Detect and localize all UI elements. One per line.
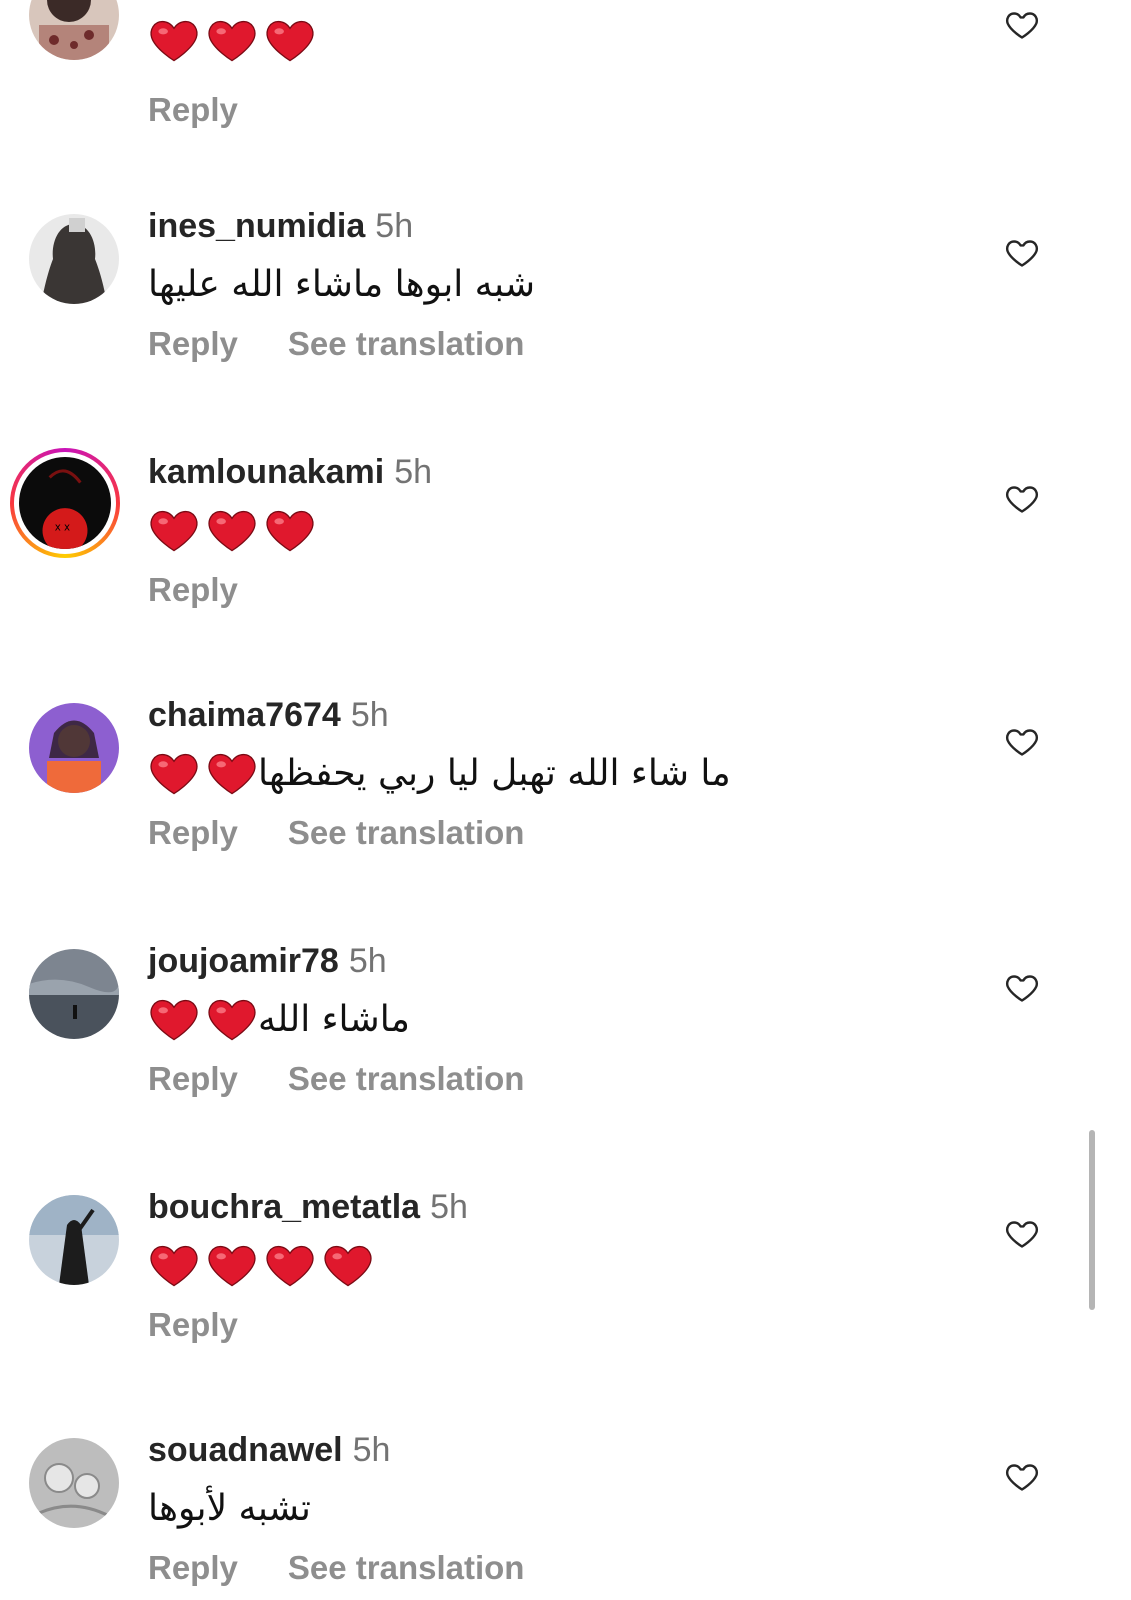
reply-button[interactable]: Reply [148,325,238,362]
see-translation-button[interactable]: See translation [288,1060,525,1097]
timestamp: 5h [348,942,387,980]
avatar[interactable] [29,949,119,1039]
red-heart-emoji [324,1245,372,1287]
red-heart-emoji [150,1245,198,1287]
comment-text [148,500,316,560]
comment-header: souadnawel 5h [148,1430,390,1470]
heart-outline-icon[interactable] [1004,480,1040,516]
hearts-group [148,1239,374,1291]
reply-button[interactable]: Reply [148,814,238,851]
heart-outline-icon[interactable] [1004,1458,1040,1494]
comment-text: ماشاء الله [148,989,410,1049]
see-translation-button[interactable]: See translation [288,325,525,362]
timestamp: 5h [430,1188,468,1226]
red-heart-emoji [150,753,198,795]
timestamp: 5h [375,207,414,245]
comment-actions: Reply See translation [148,1548,574,1588]
hearts-group [148,14,316,66]
comment-actions: Reply [148,1305,288,1345]
red-heart-emoji [208,999,256,1041]
comment-actions: Reply See translation [148,1059,574,1099]
red-heart-emoji [150,999,198,1041]
comment-header: joujoamir78 5h [148,941,387,981]
heart-outline-icon[interactable] [1004,1215,1040,1251]
red-heart-emoji [208,510,256,552]
comment-body: ماشاء الله [258,998,410,1040]
timestamp: 5h [350,696,389,734]
comment-actions: Reply See translation [148,324,574,364]
avatar[interactable] [29,0,119,60]
hearts-group [148,504,316,556]
red-heart-emoji [266,1245,314,1287]
comment-text: شبه ابوها ماشاء الله عليها [148,254,535,314]
avatar[interactable] [29,214,119,304]
avatar[interactable] [29,1438,119,1528]
red-heart-emoji [150,510,198,552]
username[interactable]: kamlounakami [148,453,384,491]
username[interactable]: chaima7674 [148,696,341,734]
comment-body: شبه ابوها ماشاء الله عليها [148,263,535,305]
comment-text [148,1235,374,1295]
username[interactable]: joujoamir78 [148,942,339,980]
comment-text [148,10,316,70]
username[interactable]: bouchra_metatla [148,1188,420,1226]
avatar-image [29,214,119,304]
red-heart-emoji [266,510,314,552]
avatar-image [29,703,119,793]
comment-header: chaima7674 5h [148,695,389,735]
comment-header: ines_numidia 5h [148,206,413,246]
reply-button[interactable]: Reply [148,1549,238,1586]
reply-button[interactable]: Reply [148,91,238,128]
comment-text: ما شاء الله تهبل ليا ربي يحفظها [148,743,731,803]
see-translation-button[interactable]: See translation [288,1549,525,1586]
heart-outline-icon[interactable] [1004,234,1040,270]
avatar-image [29,949,119,1039]
timestamp: 5h [394,453,433,491]
heart-outline-icon[interactable] [1004,6,1040,42]
avatar[interactable] [29,703,119,793]
username[interactable]: ines_numidia [148,207,365,245]
avatar[interactable] [29,1195,119,1285]
red-heart-emoji [208,753,256,795]
comment-actions: Reply [148,570,288,610]
reply-button[interactable]: Reply [148,571,238,608]
reply-button[interactable]: Reply [148,1306,238,1343]
comment-text: تشبه لأبوها [148,1478,311,1538]
timestamp: 5h [352,1431,391,1469]
avatar-image [29,0,119,60]
comment-header: kamlounakami 5h [148,452,432,492]
hearts-group [148,993,258,1045]
hearts-group [148,747,258,799]
red-heart-emoji [150,20,198,62]
red-heart-emoji [208,1245,256,1287]
svg-text:x x: x x [55,523,70,534]
scrollbar[interactable] [1089,1130,1095,1310]
comment-actions: Reply See translation [148,813,574,853]
avatar-image [29,1438,119,1528]
heart-outline-icon[interactable] [1004,969,1040,1005]
comment-body: ما شاء الله تهبل ليا ربي يحفظها [258,752,731,794]
comment-body: تشبه لأبوها [148,1487,311,1529]
reply-button[interactable]: Reply [148,1060,238,1097]
username[interactable]: souadnawel [148,1431,343,1469]
red-heart-emoji [266,20,314,62]
comment-header: bouchra_metatla 5h [148,1187,468,1227]
red-heart-emoji [208,20,256,62]
see-translation-button[interactable]: See translation [288,814,525,851]
comment-actions: Reply [148,90,288,130]
heart-outline-icon[interactable] [1004,723,1040,759]
avatar[interactable]: x x [10,448,120,558]
avatar-image: x x [19,457,111,549]
avatar-image [29,1195,119,1285]
